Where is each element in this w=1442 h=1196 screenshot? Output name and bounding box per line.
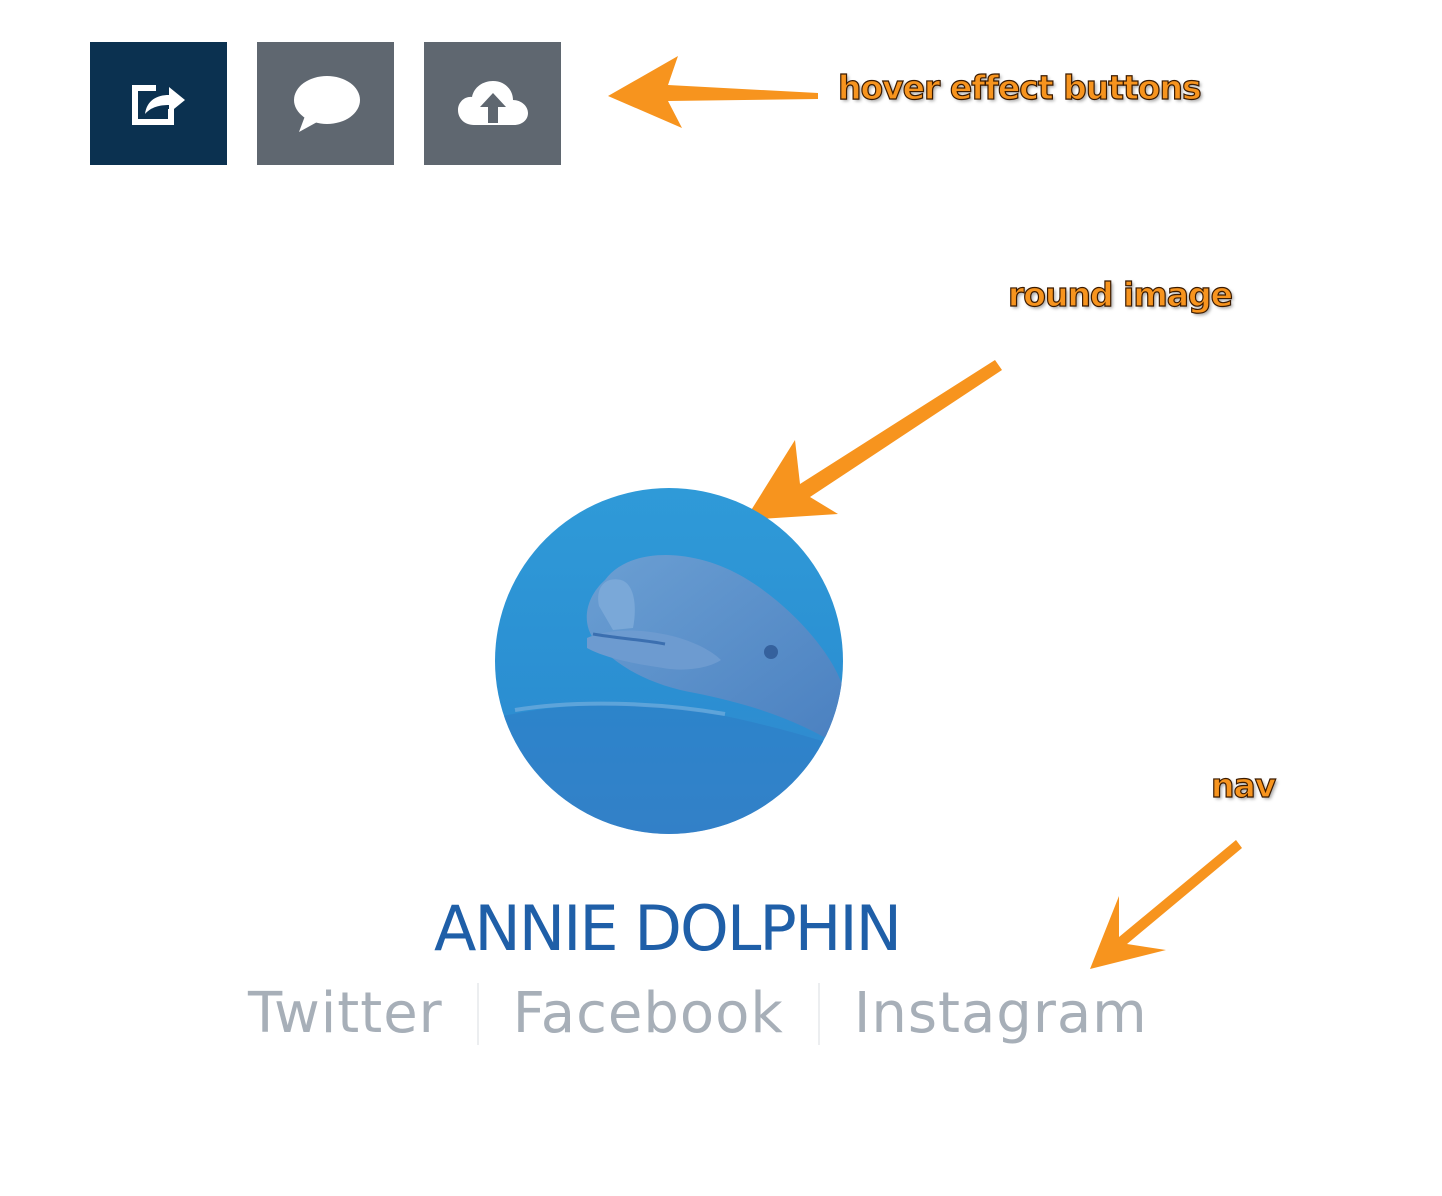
dolphin-image xyxy=(495,488,843,834)
profile-avatar xyxy=(495,488,843,834)
stage: hover effect buttons round image nav ANN… xyxy=(0,0,1442,1196)
nav-callout: nav xyxy=(1210,765,1276,805)
nav-link-twitter[interactable]: Twitter xyxy=(248,978,443,1050)
profile-name: ANNIE DOLPHIN xyxy=(433,892,902,965)
round-image-callout: round image xyxy=(1007,274,1233,314)
nav-link-instagram[interactable]: Instagram xyxy=(854,978,1148,1050)
nav-link-facebook[interactable]: Facebook xyxy=(513,978,784,1050)
nav-divider xyxy=(817,983,820,1045)
social-nav: Twitter Facebook Instagram xyxy=(248,978,1148,1050)
nav-divider xyxy=(476,983,479,1045)
hover-effect-callout: hover effect buttons xyxy=(837,67,1202,107)
